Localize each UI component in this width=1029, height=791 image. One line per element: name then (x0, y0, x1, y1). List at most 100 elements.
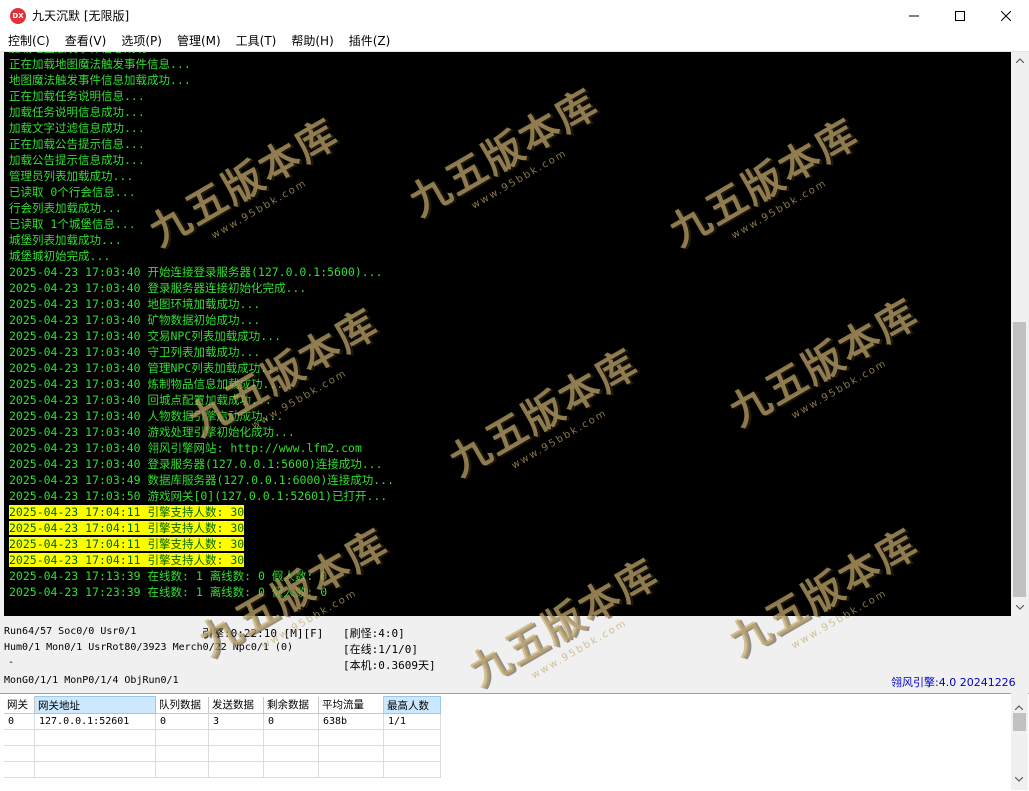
log-line-text: 2025-04-23 17:03:40 地图环境加载成功... (9, 297, 261, 311)
status-refresh-monster: [刷怪:4:0] (343, 627, 405, 640)
log-line: 2025-04-23 17:03:40 回城点配置加载成功... (9, 392, 1011, 408)
status-engine-time: 引擎:0:22:10 [M][F] (202, 627, 324, 640)
log-line-text: 正在加载公告提示信息... (9, 137, 145, 151)
log-line-text: 2025-04-23 17:03:40 人物数据引擎启动成功... (9, 409, 284, 423)
log-line-highlighted-text: 2025-04-23 17:04:11 引擎支持人数: 30 (9, 521, 245, 535)
log-line-text: 2025-04-23 17:03:49 数据库服务器(127.0.0.1:600… (9, 473, 395, 487)
log-line: 地图魔法触发事件信息加载成功... (9, 72, 1011, 88)
col-gate[interactable]: 网关 (4, 696, 35, 714)
col-remain-data[interactable]: 剩余数据 (263, 696, 319, 714)
scroll-up-arrow[interactable] (1011, 52, 1028, 69)
chevron-up-icon (1014, 705, 1024, 711)
log-line-text: 2025-04-23 17:03:40 矿物数据初始成功... (9, 313, 261, 327)
log-line: 正在加载任务说明信息... (9, 88, 1011, 104)
col-send-data[interactable]: 发送数据 (208, 696, 264, 714)
col-max-users[interactable]: 最高人数 (383, 696, 441, 714)
log-line-text: 2025-04-23 17:03:40 登录服务器(127.0.0.1:5600… (9, 457, 383, 471)
window-controls (891, 0, 1029, 31)
log-lines: 加载地图触发事件信息成功... 正在加载地图魔法触发事件信息... 地图魔法触发事件… (9, 52, 1011, 600)
log-line-text: 2025-04-23 17:03:40 炼制物品信息加载成功... (9, 377, 284, 391)
status-local: [本机:0.3609天] (343, 659, 436, 672)
app-icon[interactable]: DX (10, 7, 26, 24)
menu-view[interactable]: 查看(V) (57, 31, 114, 51)
col-gate-address[interactable]: 网关地址 (34, 696, 156, 714)
menu-control[interactable]: 控制(C) (0, 31, 57, 51)
log-line: 加载公告提示信息成功... (9, 152, 1011, 168)
log-line: 2025-04-23 17:03:50 游戏网关[0](127.0.0.1:52… (9, 488, 1011, 504)
log-line: 2025-04-23 17:03:40 地图环境加载成功... (9, 296, 1011, 312)
gate-table-header: 网关 网关地址 队列数据 发送数据 剩余数据 平均流量 最高人数 (4, 696, 441, 714)
gate-table: 网关 网关地址 队列数据 发送数据 剩余数据 平均流量 最高人数 0 127.0… (4, 696, 441, 778)
log-line-text: 城堡列表加载成功... (9, 233, 122, 247)
status-monster-stats: MonG0/1/1 MonP0/1/4 ObjRun0/1 (4, 675, 179, 686)
table-row-empty (4, 761, 441, 778)
log-line-text: 地图魔法触发事件信息加载成功... (9, 73, 191, 87)
log-line-text: 加载任务说明信息成功... (9, 105, 145, 119)
menu-bar: 控制(C) 查看(V) 选项(P) 管理(M) 工具(T) 帮助(H) 插件(Z… (0, 31, 1029, 52)
log-line: 正在加载公告提示信息... (9, 136, 1011, 152)
log-scrollbar[interactable] (1011, 52, 1028, 616)
log-line: 2025-04-23 17:04:11 引擎支持人数: 30 (9, 520, 1011, 536)
log-line: 2025-04-23 17:04:11 引擎支持人数: 30 (9, 504, 1011, 520)
menu-manage[interactable]: 管理(M) (169, 31, 228, 51)
log-line: 2025-04-23 17:04:11 引擎支持人数: 30 (9, 536, 1011, 552)
log-line: 2025-04-23 17:03:40 交易NPC列表加载成功... (9, 328, 1011, 344)
table-row-empty (4, 729, 441, 746)
status-run-stats: Run64/57 Soc0/0 Usr0/1 (4, 626, 137, 637)
log-line-text: 加载地图触发事件信息成功... (9, 52, 168, 55)
log-line: 2025-04-23 17:03:40 管理NPC列表加载成功... (9, 360, 1011, 376)
cell-remain-data: 0 (263, 713, 319, 730)
col-avg-traffic[interactable]: 平均流量 (318, 696, 384, 714)
menu-options[interactable]: 选项(P) (113, 31, 169, 51)
maximize-button[interactable] (937, 0, 983, 31)
close-button[interactable] (983, 0, 1029, 31)
log-line: 2025-04-23 17:03:40 人物数据引擎启动成功... (9, 408, 1011, 424)
log-line: 2025-04-23 17:03:40 登录服务器连接初始化完成... (9, 280, 1011, 296)
log-line-text: 2025-04-23 17:03:40 管理NPC列表加载成功... (9, 361, 282, 375)
log-line-text: 2025-04-23 17:03:40 回城点配置加载成功... (9, 393, 272, 407)
grid-scrollbar[interactable] (1011, 693, 1028, 790)
title-bar: DX 九天沉默 [无限版] (0, 0, 1029, 31)
log-line: 行会列表加载成功... (9, 200, 1011, 216)
grid-scroll-down-arrow[interactable] (1014, 767, 1024, 786)
window-title: 九天沉默 [无限版] (32, 9, 130, 23)
close-icon (1001, 10, 1011, 21)
log-line: 2025-04-23 17:03:40 炼制物品信息加载成功... (9, 376, 1011, 392)
menu-tools[interactable]: 工具(T) (228, 31, 284, 51)
minimize-icon (909, 15, 919, 16)
grid-scroll-thumb[interactable] (1013, 713, 1026, 731)
scroll-down-arrow[interactable] (1011, 599, 1028, 616)
log-line: 2025-04-23 17:03:40 翎风引擎网站: http://www.l… (9, 440, 1011, 456)
log-line: 2025-04-23 17:03:49 数据库服务器(127.0.0.1:600… (9, 472, 1011, 488)
status-human-stats: Hum0/1 Mon0/1 UsrRot80/3923 Merch0/22 Np… (4, 642, 293, 653)
chevron-down-icon (1015, 605, 1024, 610)
grid-scroll-up-arrow[interactable] (1014, 695, 1024, 714)
status-panel: Run64/57 Soc0/0 Usr0/1 引擎:0:22:10 [M][F]… (0, 617, 1029, 692)
menu-plugins[interactable]: 插件(Z) (341, 31, 398, 51)
status-online: [在线:1/1/0] (343, 643, 418, 656)
log-line: 2025-04-23 17:03:40 开始连接登录服务器(127.0.0.1:… (9, 264, 1011, 280)
log-line: 2025-04-23 17:13:39 在线数: 1 离线数: 0 假人数: 0 (9, 568, 1011, 584)
log-line-highlighted-text: 2025-04-23 17:04:11 引擎支持人数: 30 (9, 537, 245, 551)
log-scroll-thumb[interactable] (1013, 322, 1026, 597)
log-line: 加载任务说明信息成功... (9, 104, 1011, 120)
col-queue-data[interactable]: 队列数据 (155, 696, 209, 714)
log-line: 城堡列表加载成功... (9, 232, 1011, 248)
log-line-text: 已读取 1个城堡信息... (9, 217, 136, 231)
log-line-text: 已读取 0个行会信息... (9, 185, 136, 199)
menu-help[interactable]: 帮助(H) (283, 31, 340, 51)
log-line-text: 正在加载任务说明信息... (9, 89, 145, 103)
log-line-text: 2025-04-23 17:03:40 游戏处理引擎初始化成功... (9, 425, 295, 439)
log-line: 正在加载地图魔法触发事件信息... (9, 56, 1011, 72)
table-row[interactable]: 0 127.0.0.1:52601 0 3 0 638b 1/1 (4, 713, 441, 730)
log-line: 2025-04-23 17:03:40 游戏处理引擎初始化成功... (9, 424, 1011, 440)
log-line: 2025-04-23 17:03:40 守卫列表加载成功... (9, 344, 1011, 360)
log-console[interactable]: 加载地图触发事件信息成功... 正在加载地图魔法触发事件信息... 地图魔法触发事件… (4, 52, 1011, 616)
engine-version: 翎风引擎:4.0 20241226 (891, 676, 1016, 689)
log-line-text: 2025-04-23 17:03:40 开始连接登录服务器(127.0.0.1:… (9, 265, 383, 279)
log-line-text: 2025-04-23 17:03:40 登录服务器连接初始化完成... (9, 281, 307, 295)
maximize-icon (955, 10, 965, 21)
log-line: 城堡城初始完成... (9, 248, 1011, 264)
minimize-button[interactable] (891, 0, 937, 31)
log-line-text: 正在加载地图魔法触发事件信息... (9, 57, 191, 71)
